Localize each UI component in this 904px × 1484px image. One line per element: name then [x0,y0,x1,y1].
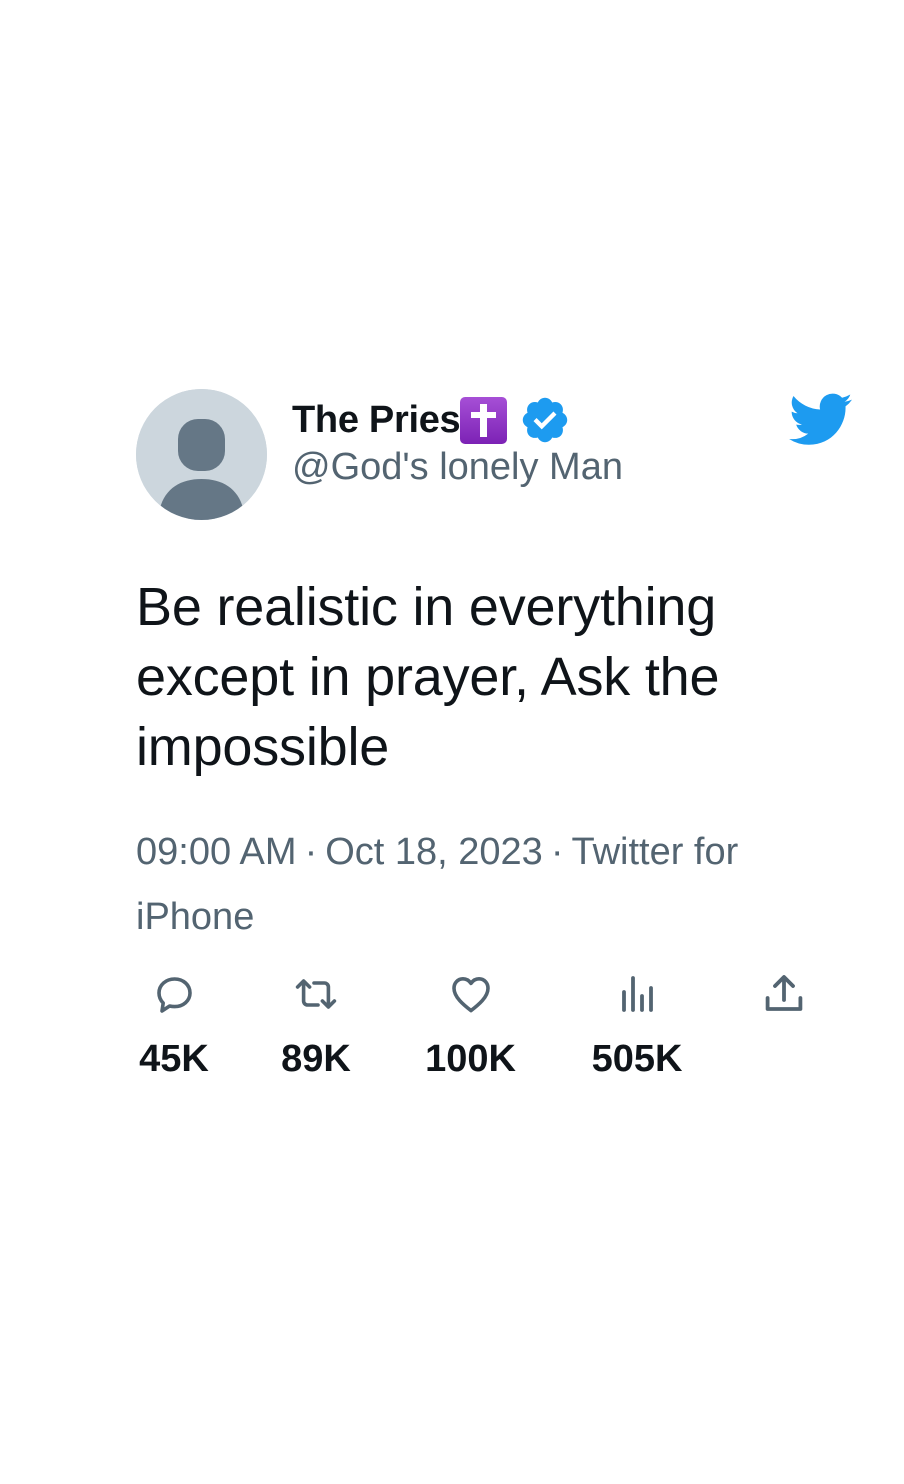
tweet-date[interactable]: Oct 18, 2023 [325,831,543,873]
views-count: 505K [591,1038,683,1080]
twitter-bird-icon [789,392,853,448]
tweet-text: Be realistic in everything except in pra… [136,577,720,777]
cross-emoji [460,396,508,444]
like-action[interactable]: 100K [420,970,521,1081]
tweet-meta: 09:00 AM · Oct 18, 2023 · Twitter for iPhone [136,820,796,950]
reply-icon[interactable] [150,970,198,1018]
views-icon[interactable] [613,970,661,1018]
tweet-actions: 45K 89K 100K 505K [0,970,904,1100]
retweet-count: 89K [281,1038,351,1080]
retweet-action[interactable]: 89K [277,970,355,1081]
share-icon[interactable] [760,970,808,1018]
retweet-icon[interactable] [292,970,340,1018]
user-names: The Pries @God's lonely Man [292,396,623,489]
reply-action[interactable]: 45K [136,970,212,1081]
tweet-card: The Pries @God's lonely Man Be realistic… [0,0,904,1484]
display-name[interactable]: The Pries [292,399,461,442]
display-name-row: The Pries [292,396,623,444]
verified-badge-icon [519,394,571,446]
reply-count: 45K [139,1038,209,1080]
user-handle[interactable]: @God's lonely Man [292,446,623,489]
tweet-time[interactable]: 09:00 AM [136,831,297,873]
meta-separator: · [304,831,318,873]
avatar[interactable] [136,389,267,520]
meta-separator: · [550,831,564,873]
like-count: 100K [425,1038,516,1080]
share-action[interactable] [760,970,808,1018]
views-action[interactable]: 505K [586,970,688,1081]
heart-icon[interactable] [447,970,495,1018]
default-avatar-icon [136,389,267,520]
